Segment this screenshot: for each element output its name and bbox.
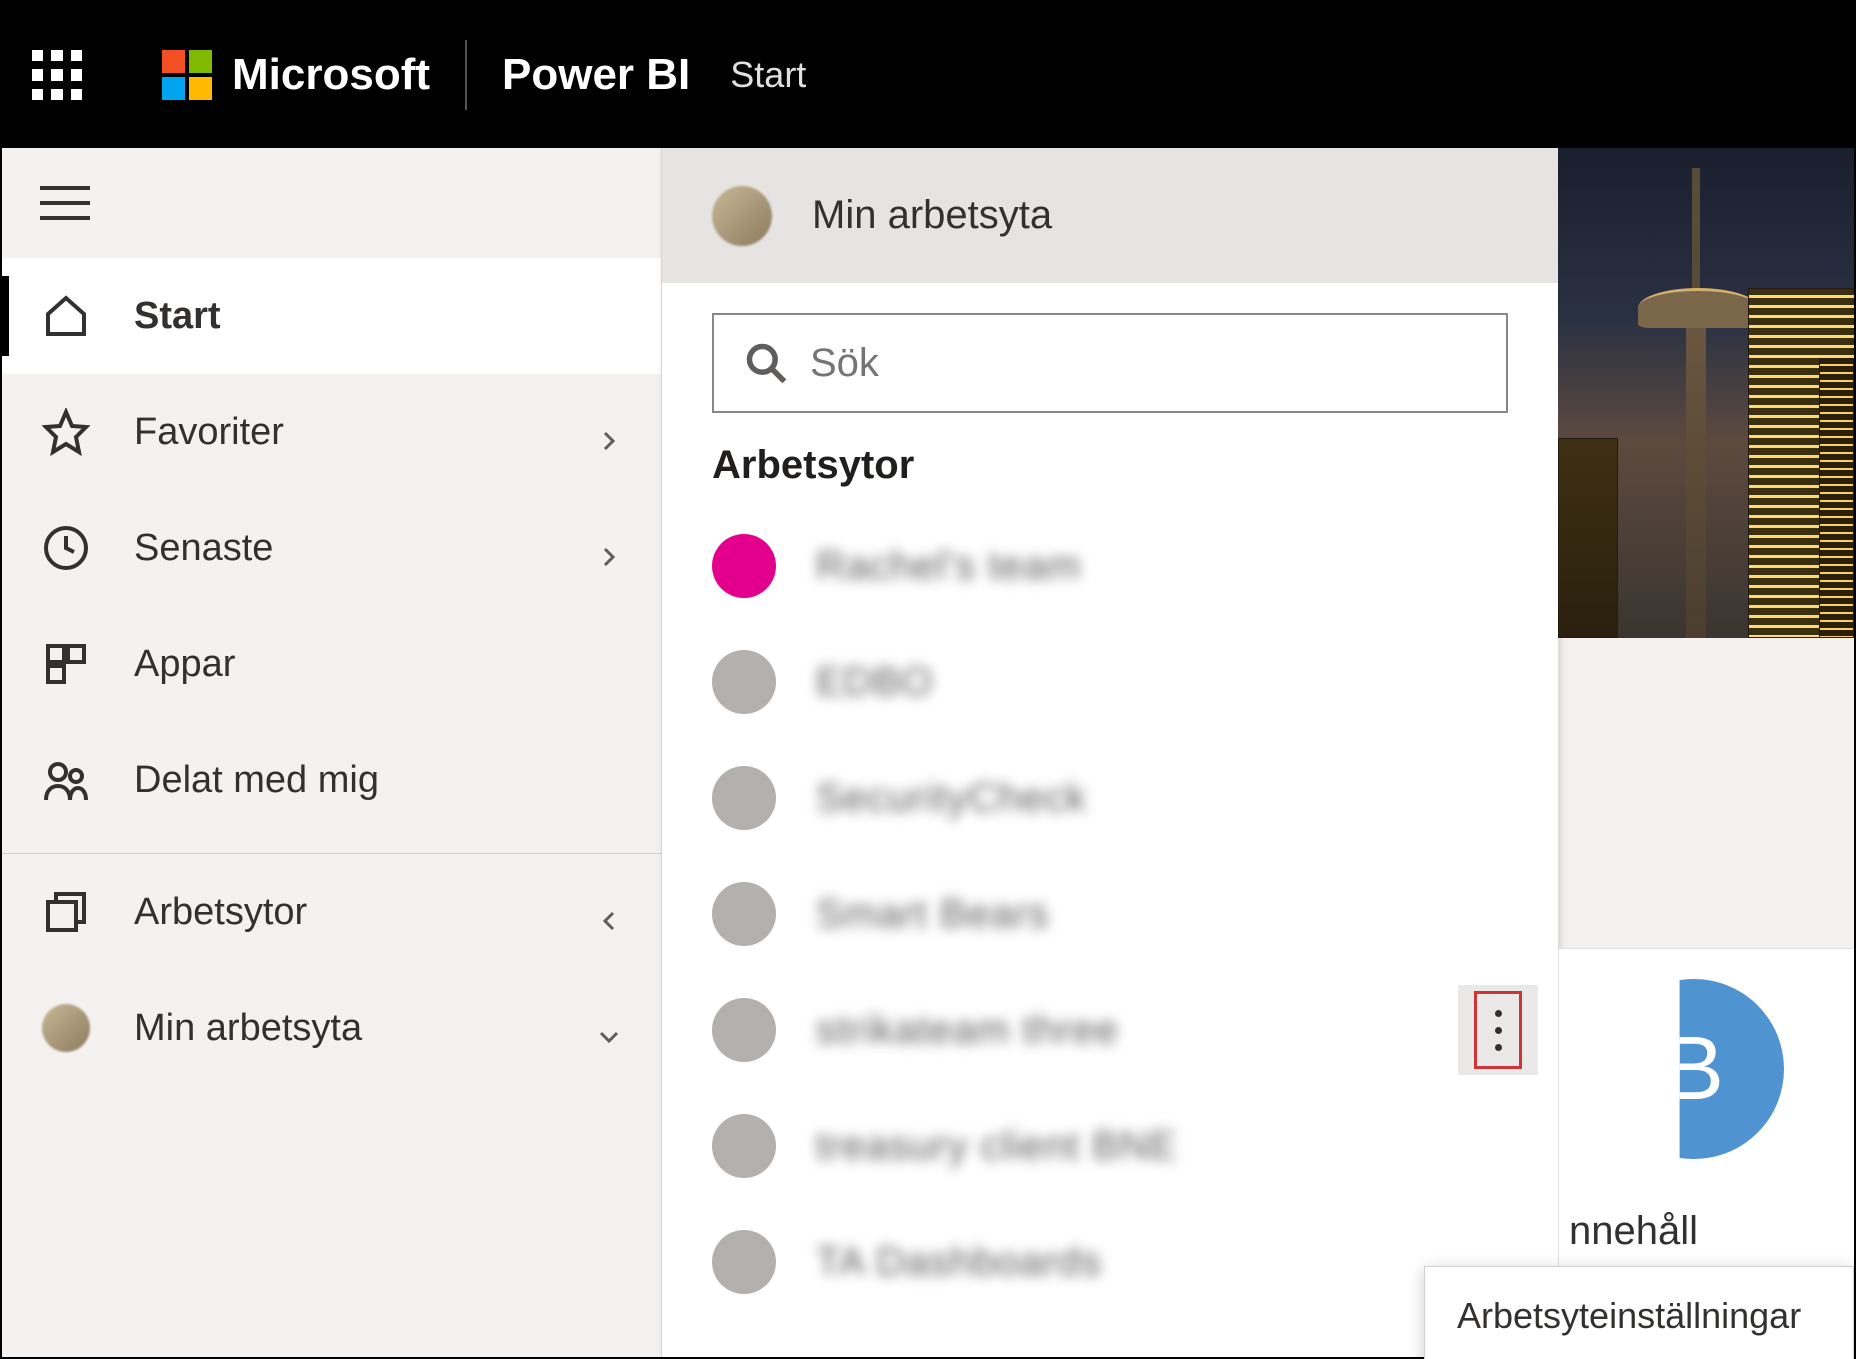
workspace-name: Smart Bears <box>816 892 1049 937</box>
avatar-icon <box>42 1004 90 1052</box>
workspace-avatar-icon <box>712 1114 776 1178</box>
sidebar-item-delat-med-mig[interactable]: Delat med mig <box>2 722 661 838</box>
card-avatar-icon: B <box>1604 979 1784 1159</box>
space-needle-icon <box>1628 168 1768 628</box>
sidebar-item-appar[interactable]: Appar <box>2 606 661 722</box>
search-wrap <box>662 283 1558 433</box>
top-bar: Microsoft Power BI Start <box>2 2 1854 148</box>
sidebar-item-label: Min arbetsyta <box>134 1007 362 1050</box>
sidebar-item-label: Start <box>134 295 221 338</box>
workspace-avatar-icon <box>712 650 776 714</box>
sidebar-item-favoriter[interactable]: Favoriter <box>2 374 661 490</box>
apps-icon <box>42 640 90 688</box>
chevron-right-icon <box>597 536 621 560</box>
workspaces-section-label: Arbetsytor <box>662 433 1558 508</box>
clock-icon <box>42 524 90 572</box>
microsoft-logo-icon <box>162 50 212 100</box>
card-label: nnehåll <box>1569 1209 1698 1254</box>
workspace-item[interactable]: Rachel's team <box>662 508 1558 624</box>
sidebar-item-arbetsytor[interactable]: Arbetsytor <box>2 854 661 970</box>
workspace-item[interactable]: strikateam three <box>662 972 1558 1088</box>
workspace-avatar-icon <box>712 882 776 946</box>
workspaces-icon <box>42 888 90 936</box>
more-vertical-icon <box>1474 991 1522 1069</box>
hamburger-button[interactable] <box>2 148 661 258</box>
sidebar-item-label: Appar <box>134 643 235 686</box>
shared-icon <box>42 756 90 804</box>
workspace-more-button[interactable] <box>1458 985 1538 1075</box>
sidebar-item-label: Favoriter <box>134 411 284 454</box>
workspace-avatar-icon <box>712 998 776 1062</box>
sidebar-item-senaste[interactable]: Senaste <box>2 490 661 606</box>
workspace-item[interactable]: Smart Bears <box>662 856 1558 972</box>
workspace-flyout: Min arbetsyta Arbetsytor Rachel's team E… <box>662 148 1558 1357</box>
workspace-avatar-icon <box>712 766 776 830</box>
header-divider <box>465 40 467 110</box>
workspace-avatar-icon <box>712 1230 776 1294</box>
breadcrumb: Start <box>730 54 806 96</box>
hamburger-icon <box>40 186 90 220</box>
chevron-down-icon <box>597 1016 621 1040</box>
product-label: Power BI <box>502 50 690 100</box>
flyout-title: Min arbetsyta <box>812 193 1052 238</box>
sidebar-item-start[interactable]: Start <box>2 258 661 374</box>
sidebar-item-label: Senaste <box>134 527 273 570</box>
workspace-name: TA Dashboards <box>816 1240 1102 1285</box>
search-input[interactable] <box>810 341 1476 386</box>
workspace-name: treasury client BNE <box>816 1124 1177 1169</box>
workspace-name: Rachel's team <box>816 544 1081 589</box>
sidebar-item-label: Arbetsytor <box>134 891 307 934</box>
sidebar: Start Favoriter Senaste <box>2 148 662 1357</box>
workspace-item[interactable]: SecurityCheck <box>662 740 1558 856</box>
workspace-context-menu: Arbetsyteinställningar Arbetsyteåtkomst <box>1424 1266 1854 1359</box>
main-area: Start Favoriter Senaste <box>2 148 1854 1357</box>
sidebar-item-min-arbetsyta[interactable]: Min arbetsyta <box>2 970 661 1086</box>
workspace-name: SecurityCheck <box>816 776 1087 821</box>
brand-label: Microsoft <box>232 50 430 100</box>
chevron-right-icon <box>597 420 621 444</box>
hero-image <box>1558 148 1854 638</box>
workspace-list: Rachel's team EDBO SecurityCheck Smart B… <box>662 508 1558 1357</box>
sidebar-item-label: Delat med mig <box>134 759 379 802</box>
search-box[interactable] <box>712 313 1508 413</box>
menu-item-workspace-settings[interactable]: Arbetsyteinställningar <box>1425 1267 1853 1359</box>
app-launcher-icon[interactable] <box>32 50 82 100</box>
flyout-header[interactable]: Min arbetsyta <box>662 148 1558 283</box>
search-icon <box>744 341 788 385</box>
workspace-item[interactable]: treasury client BNE <box>662 1088 1558 1204</box>
workspace-name: strikateam three <box>816 1008 1119 1053</box>
avatar-icon <box>712 186 772 246</box>
star-icon <box>42 408 90 456</box>
workspace-name: EDBO <box>816 660 933 705</box>
workspace-avatar-icon <box>712 534 776 598</box>
home-icon <box>42 292 90 340</box>
workspace-item[interactable]: EDBO <box>662 624 1558 740</box>
chevron-left-icon <box>597 900 621 924</box>
